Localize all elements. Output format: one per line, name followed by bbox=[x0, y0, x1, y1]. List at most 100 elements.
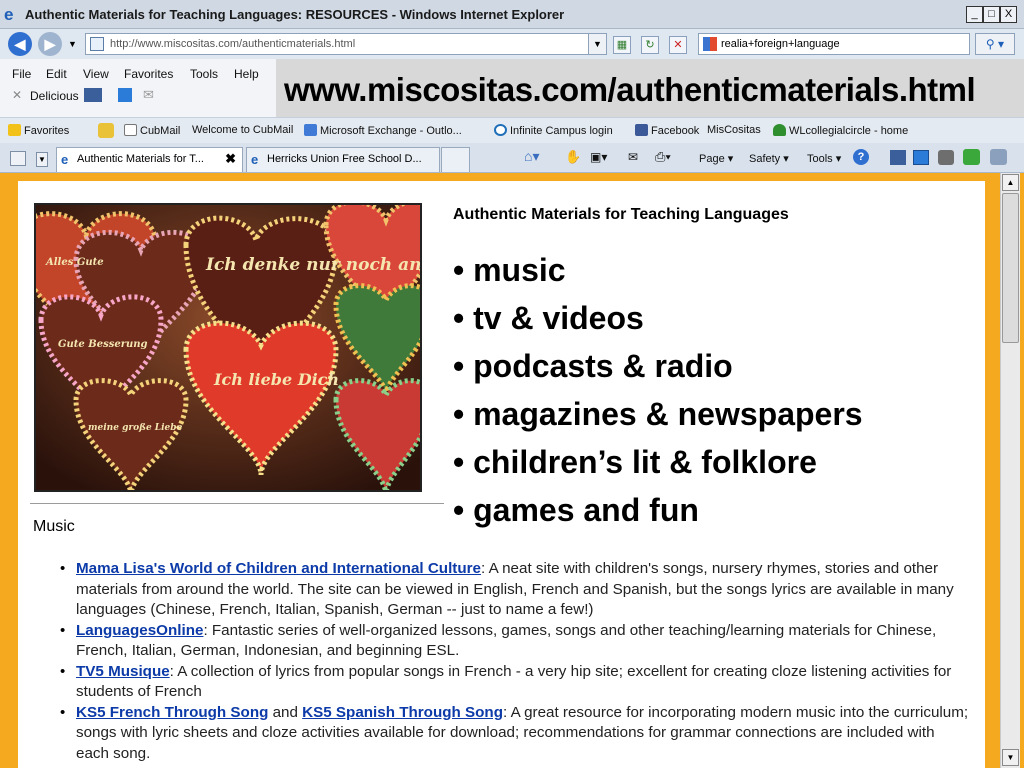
fav-welcome-cubmail[interactable]: Welcome to CubMail bbox=[192, 124, 293, 136]
search-button[interactable]: ⚲ ▾ bbox=[975, 33, 1015, 55]
delicious-tag-icon[interactable] bbox=[84, 88, 102, 102]
menu-bar: File Edit View Favorites Tools Help ✕ De… bbox=[0, 59, 276, 117]
topic-item-tv-videos[interactable]: • tv & videos bbox=[453, 298, 973, 346]
campus-icon bbox=[494, 124, 507, 136]
research-icon[interactable] bbox=[890, 150, 906, 165]
tab-list-icon[interactable]: ▼ bbox=[36, 152, 48, 167]
history-dropdown-icon[interactable]: ▼ bbox=[68, 39, 77, 49]
url-banner-text: www.miscositas.com/authenticmaterials.ht… bbox=[284, 71, 976, 108]
fav-wlcollegialcircle[interactable]: WLcollegialcircle - home bbox=[773, 124, 908, 137]
page-menu[interactable]: Page ▾ bbox=[699, 152, 733, 165]
stop-icon[interactable]: ✕ bbox=[669, 36, 687, 54]
tab-bar: ▼ e Authentic Materials for T... ✖ e Her… bbox=[0, 143, 1024, 173]
compatibility-icon[interactable]: ▦ bbox=[613, 36, 631, 54]
window-title: Authentic Materials for Teaching Languag… bbox=[25, 7, 565, 22]
minimize-button[interactable]: _ bbox=[966, 6, 983, 23]
print-icon[interactable]: ⎙▾ bbox=[655, 149, 671, 165]
gingerbread-hearts-image: Ich denke nur noch an Dich Ich liebe Dic… bbox=[36, 205, 420, 490]
ks5-spanish-link[interactable]: KS5 Spanish Through Song bbox=[302, 704, 503, 721]
favorites-bar: Favorites CubMail Welcome to CubMail Mic… bbox=[0, 117, 1024, 143]
star-icon bbox=[8, 124, 21, 136]
topic-item-magazines[interactable]: • magazines & newspapers bbox=[453, 394, 973, 442]
home-icon[interactable]: ⌂▾ bbox=[524, 148, 539, 165]
menu-tools[interactable]: Tools bbox=[190, 67, 218, 81]
url-banner: www.miscositas.com/authenticmaterials.ht… bbox=[276, 59, 1024, 117]
favorites-button[interactable]: Favorites bbox=[8, 124, 69, 137]
messenger-icon[interactable] bbox=[963, 149, 980, 165]
address-row: ◀ ▶ ▼ http://www.miscositas.com/authenti… bbox=[0, 29, 1024, 59]
address-url: http://www.miscositas.com/authenticmater… bbox=[110, 38, 356, 50]
new-tab-button[interactable] bbox=[441, 147, 470, 172]
ie-logo-icon: e bbox=[4, 5, 14, 24]
fav-facebook[interactable]: Facebook bbox=[635, 124, 699, 137]
scroll-down-icon[interactable]: ▼ bbox=[1002, 749, 1019, 766]
ie-page-icon bbox=[304, 124, 317, 136]
add-favorite-icon[interactable] bbox=[98, 123, 114, 138]
mama-lisa-link[interactable]: Mama Lisa's World of Children and Intern… bbox=[76, 560, 481, 577]
delicious-grid-icon[interactable] bbox=[118, 88, 132, 102]
photo-text-4: Gute Besserung bbox=[58, 339, 148, 350]
topic-item-podcasts[interactable]: • podcasts & radio bbox=[453, 346, 973, 394]
plant-icon bbox=[773, 124, 786, 136]
feeds-icon[interactable]: ▣▾ bbox=[590, 150, 607, 164]
menu-file[interactable]: File bbox=[12, 67, 31, 81]
music-resource-list: Mama Lisa's World of Children and Intern… bbox=[58, 559, 970, 764]
scroll-thumb[interactable] bbox=[1002, 193, 1019, 343]
ie-logo-icon: e bbox=[251, 152, 259, 167]
mail-icon[interactable]: ✉ bbox=[143, 87, 154, 103]
fav-infinite-campus[interactable]: Infinite Campus login bbox=[494, 124, 613, 137]
list-item: LanguagesOnline: Fantastic series of wel… bbox=[58, 621, 970, 662]
maximize-button[interactable]: □ bbox=[983, 6, 1000, 23]
photo-text-5: meine große Liebe bbox=[88, 423, 183, 433]
window-icon[interactable] bbox=[913, 150, 929, 165]
photo-text-3: Alles Gute bbox=[45, 257, 104, 268]
mail-icon bbox=[124, 124, 137, 136]
close-tab-icon[interactable]: ✖ bbox=[225, 148, 236, 170]
read-mail-icon[interactable]: ✉ bbox=[628, 150, 638, 164]
list-item: KS5 French Through Song and KS5 Spanish … bbox=[58, 703, 970, 765]
close-delicious-icon[interactable]: ✕ bbox=[12, 88, 22, 102]
search-provider-icon bbox=[703, 37, 717, 51]
fav-miscositas[interactable]: MisCositas bbox=[707, 124, 761, 136]
page-heading: Authentic Materials for Teaching Languag… bbox=[453, 206, 789, 223]
vertical-scrollbar[interactable]: ▲ ▼ bbox=[1000, 173, 1020, 768]
gingerbread-hearts-photo: Ich denke nur noch an Dich Ich liebe Dic… bbox=[34, 203, 422, 492]
forward-button[interactable]: ▶ bbox=[38, 32, 62, 56]
fav-exchange[interactable]: Microsoft Exchange - Outlo... bbox=[304, 124, 462, 137]
delicious-toolbar[interactable]: Delicious bbox=[30, 89, 79, 103]
languages-online-link[interactable]: LanguagesOnline bbox=[76, 622, 203, 639]
address-bar[interactable]: http://www.miscositas.com/authenticmater… bbox=[85, 33, 607, 55]
menu-help[interactable]: Help bbox=[234, 67, 259, 81]
title-bar: e Authentic Materials for Teaching Langu… bbox=[0, 0, 1024, 29]
topic-item-childrens-lit[interactable]: • children’s lit & folklore bbox=[453, 442, 973, 490]
list-item: Mama Lisa's World of Children and Intern… bbox=[58, 559, 970, 621]
menu-favorites[interactable]: Favorites bbox=[124, 67, 173, 81]
tab-herricks[interactable]: e Herricks Union Free School D... bbox=[246, 147, 440, 172]
divider bbox=[30, 503, 444, 504]
quick-tabs-icon[interactable] bbox=[10, 151, 26, 166]
topic-item-games[interactable]: • games and fun bbox=[453, 490, 973, 538]
menu-edit[interactable]: Edit bbox=[46, 67, 67, 81]
back-button[interactable]: ◀ bbox=[8, 32, 32, 56]
tab-authentic-materials[interactable]: e Authentic Materials for T... ✖ bbox=[56, 147, 243, 172]
photo-text-1: Ich denke nur noch an Dich bbox=[205, 255, 420, 275]
briefcase-icon[interactable] bbox=[938, 150, 954, 165]
music-section-title: Music bbox=[33, 518, 75, 535]
menu-view[interactable]: View bbox=[83, 67, 109, 81]
close-window-button[interactable]: X bbox=[1000, 6, 1017, 23]
hand-icon[interactable]: ✋ bbox=[565, 149, 581, 165]
safety-menu[interactable]: Safety ▾ bbox=[749, 152, 789, 165]
tools-menu[interactable]: Tools ▾ bbox=[807, 152, 841, 165]
tv5-musique-link[interactable]: TV5 Musique bbox=[76, 663, 170, 680]
scroll-up-icon[interactable]: ▲ bbox=[1002, 174, 1019, 191]
search-input[interactable]: realia+foreign+language bbox=[698, 33, 970, 55]
address-dropdown-icon[interactable]: ▼ bbox=[588, 34, 606, 54]
ks5-french-link[interactable]: KS5 French Through Song bbox=[76, 704, 268, 721]
search-query: realia+foreign+language bbox=[721, 38, 840, 50]
topic-item-music[interactable]: • music bbox=[453, 250, 973, 298]
fav-cubmail[interactable]: CubMail bbox=[124, 124, 180, 137]
extension-icon[interactable] bbox=[990, 149, 1007, 165]
help-icon[interactable]: ? bbox=[853, 149, 869, 165]
facebook-icon bbox=[635, 124, 648, 136]
refresh-icon[interactable]: ↻ bbox=[641, 36, 659, 54]
